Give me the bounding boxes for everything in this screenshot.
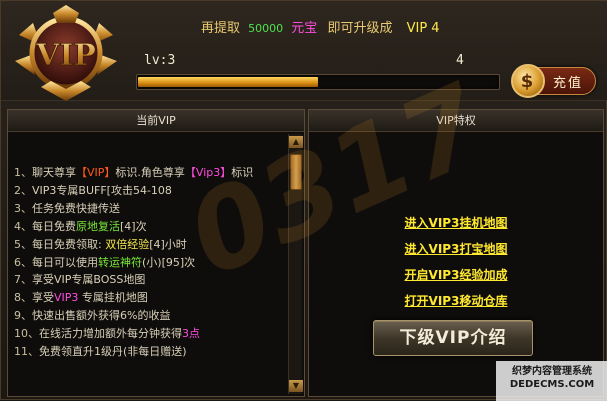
perk-text: 标识.角色尊享: [115, 166, 185, 179]
perk-number: 6、: [14, 255, 32, 269]
next-vip-intro-button[interactable]: 下级VIP介绍: [373, 320, 533, 356]
notice-prefix: 再提取: [201, 21, 241, 36]
perk-list: 1、聊天尊享【VIP】标识.角色尊享【Vip3】标识 2、VIP3专属BUFF[攻…: [8, 132, 304, 361]
perk-item: 9、快速出售额外获得6%的收益: [14, 307, 304, 325]
perk-text: 专属挂机地图: [78, 291, 148, 305]
perk-text: 聊天尊享: [32, 166, 76, 179]
perk-text: 转运神符: [98, 255, 142, 269]
current-level: lv:3: [144, 53, 176, 68]
current-vip-title: 当前VIP: [8, 110, 304, 132]
perk-text: (小)[95]次: [142, 255, 196, 269]
link-vip3-exp-bonus[interactable]: 开启VIP3经验加成: [405, 268, 508, 282]
vip-header: VIP 再提取 50000 元宝 即可升级成 VIP 4 lv:3 4 $ 充值: [1, 1, 607, 101]
perk-text: 每日免费: [32, 219, 76, 233]
perk-text: 任务免费快捷传送: [32, 201, 120, 215]
recharge-label: 充值: [552, 75, 583, 91]
scroll-thumb[interactable]: [290, 154, 302, 190]
perk-number: 7、: [14, 273, 32, 287]
upgrade-notice: 再提取 50000 元宝 即可升级成 VIP 4: [201, 17, 440, 36]
perk-text: 在线活力增加额外每分钟获得: [39, 327, 182, 341]
current-vip-panel: 当前VIP 1、聊天尊享【VIP】标识.角色尊享【Vip3】标识 2、VIP3专属…: [7, 109, 305, 397]
perk-text: 3点: [182, 327, 200, 341]
perk-number: 2、: [14, 183, 32, 197]
perk-item: 5、每日免费领取: 双倍经验[4]小时: [14, 236, 304, 254]
vip-privilege-panel: VIP特权 进入VIP3挂机地图 进入VIP3打宝地图 开启VIP3经验加成 打…: [308, 109, 604, 397]
privilege-link-item: 进入VIP3挂机地图: [309, 210, 603, 236]
perk-text: 快速出售额外获得6%的收益: [32, 309, 171, 323]
link-vip3-afk-map[interactable]: 进入VIP3挂机地图: [405, 216, 508, 230]
privilege-link-item: 开启VIP3经验加成: [309, 262, 603, 288]
coin-icon: $: [511, 64, 545, 98]
notice-target-level: VIP 4: [406, 21, 440, 36]
perk-item: 11、免费领直升1级丹(非每日赠送): [14, 343, 304, 361]
perk-scrollbar[interactable]: ▲ ▼: [288, 134, 303, 394]
perk-text: 免费领直升1级丹(非每日赠送): [39, 345, 187, 359]
notice-middle: 即可升级成: [327, 21, 393, 36]
site-watermark-line2: DEDECMS.COM: [509, 379, 595, 390]
privilege-link-item: 进入VIP3打宝地图: [309, 236, 603, 262]
perk-number: 9、: [14, 309, 32, 323]
perk-item: 1、聊天尊享【VIP】标识.角色尊享【Vip3】标识: [14, 164, 304, 182]
privilege-link-item: 打开VIP3移动仓库: [309, 288, 603, 314]
perk-item: 2、VIP3专属BUFF[攻击54-108: [14, 182, 304, 200]
perk-number: 11、: [14, 345, 39, 359]
perk-item: 4、每日免费原地复活[4]次: [14, 218, 304, 236]
perk-text: 【VIP】: [76, 166, 116, 179]
scroll-up-arrow-icon[interactable]: ▲: [289, 136, 303, 148]
link-vip3-treasure-map[interactable]: 进入VIP3打宝地图: [405, 242, 508, 256]
perk-number: 1、: [14, 166, 32, 179]
next-level: 4: [456, 53, 464, 68]
notice-amount: 50000: [248, 22, 284, 35]
privilege-links: 进入VIP3挂机地图 进入VIP3打宝地图 开启VIP3经验加成 打开VIP3移…: [309, 210, 603, 314]
perk-text: 每日可以使用: [32, 255, 98, 269]
vip-emblem-icon: VIP: [15, 5, 117, 101]
perk-text: 双倍经验: [105, 237, 150, 251]
perk-text: 享受: [32, 291, 54, 305]
perk-item: 10、在线活力增加额外每分钟获得3点: [14, 325, 304, 343]
perk-number: 10、: [14, 327, 39, 341]
perk-text: 每日免费领取:: [32, 237, 106, 251]
perk-number: 5、: [14, 237, 32, 251]
site-watermark: 织梦内容管理系统 DEDECMS.COM: [496, 361, 607, 401]
perk-item: 3、任务免费快捷传送: [14, 200, 304, 218]
vip-progress-bar: [136, 74, 500, 90]
vip-window: VIP 再提取 50000 元宝 即可升级成 VIP 4 lv:3 4 $ 充值…: [0, 0, 607, 401]
perk-text: VIP3专属BUFF[攻击54-108: [32, 183, 172, 197]
perk-text: [4]小时: [149, 237, 187, 251]
notice-currency: 元宝: [291, 21, 318, 36]
vip-privilege-title: VIP特权: [309, 110, 603, 132]
vip-progress-fill: [138, 77, 318, 87]
scroll-down-arrow-icon[interactable]: ▼: [289, 380, 303, 392]
perk-text: 【Vip3】: [184, 166, 232, 179]
perk-number: 4、: [14, 219, 32, 233]
perk-text: 标识: [231, 166, 254, 179]
perk-item: 6、每日可以使用转运神符(小)[95]次: [14, 254, 304, 272]
recharge-button[interactable]: $ 充值: [511, 64, 596, 98]
site-watermark-line1: 织梦内容管理系统: [512, 366, 592, 377]
link-vip3-mobile-storage[interactable]: 打开VIP3移动仓库: [405, 294, 508, 308]
perk-text: VIP3: [54, 291, 79, 305]
perk-text: 享受VIP专属BOSS地图: [32, 273, 146, 287]
perk-text: 原地复活: [76, 219, 120, 233]
perk-item: 8、享受VIP3 专属挂机地图: [14, 289, 304, 307]
perk-text: [4]次: [120, 219, 147, 233]
perk-number: 8、: [14, 291, 32, 305]
perk-item: 7、享受VIP专属BOSS地图: [14, 271, 304, 289]
emblem-text: VIP: [35, 38, 96, 73]
perk-number: 3、: [14, 201, 32, 215]
